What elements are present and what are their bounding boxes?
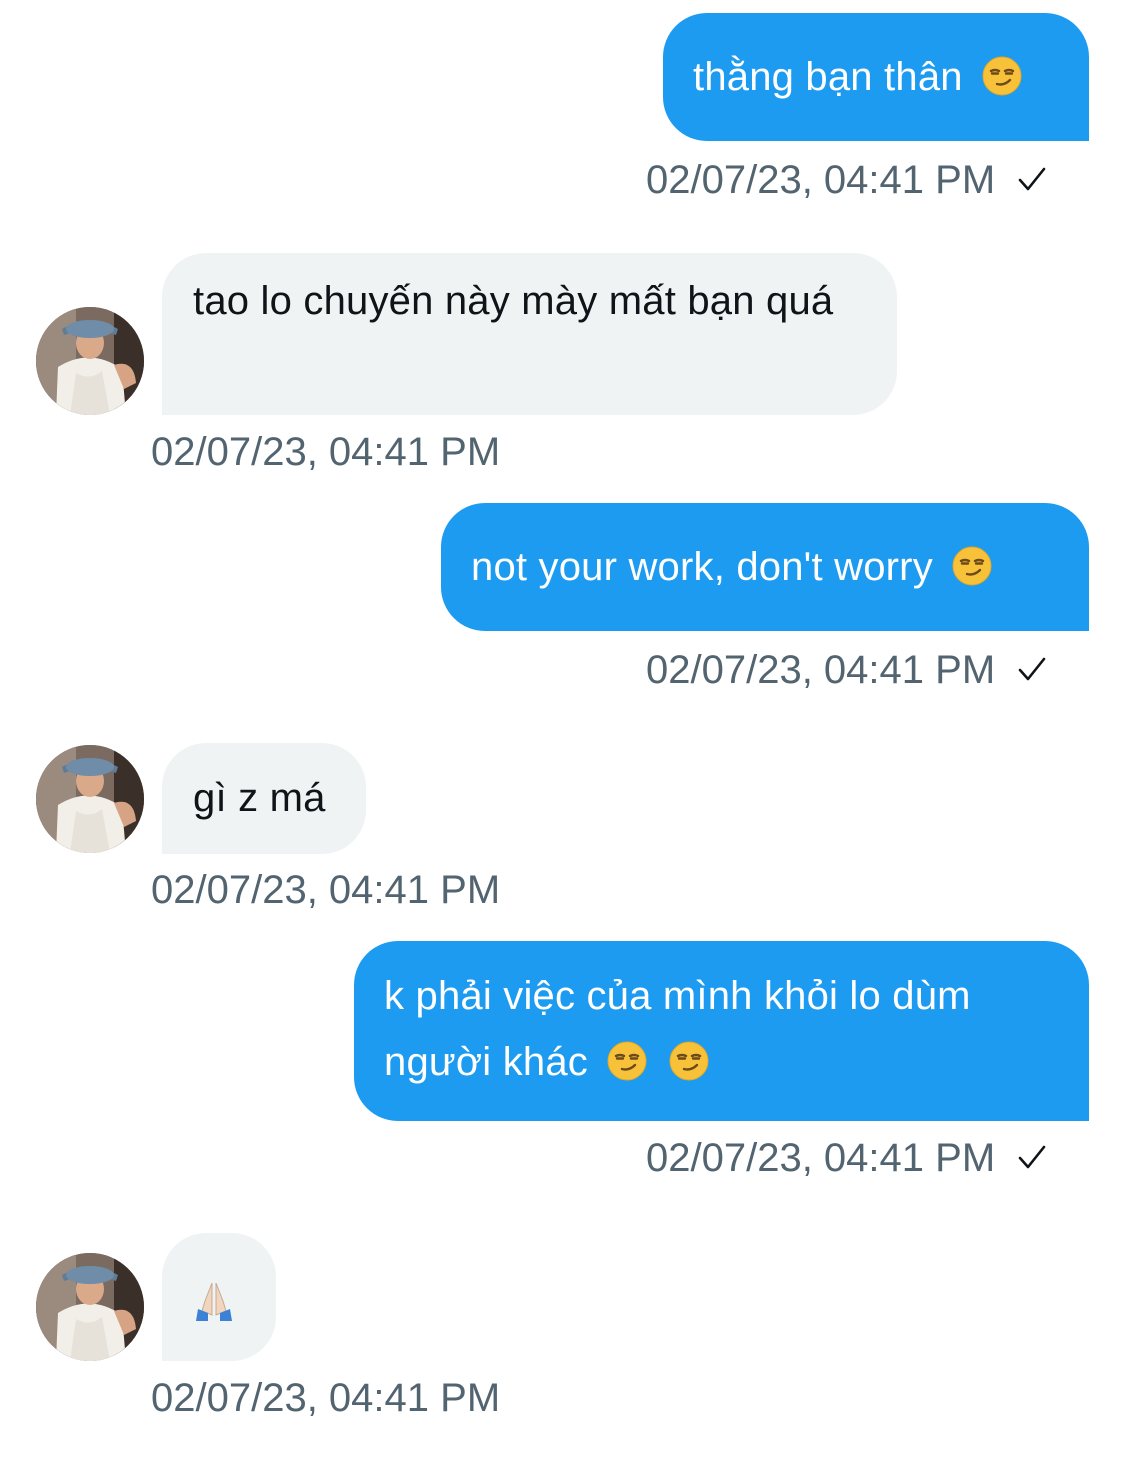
message-text: tao lo chuyến này mày mất bạn quá [193, 279, 834, 323]
profile-photo [36, 1253, 144, 1361]
outgoing-message-bubble[interactable]: thằng bạn thân [663, 13, 1089, 141]
incoming-message-bubble[interactable] [162, 1233, 276, 1361]
checkmark-icon [1017, 655, 1047, 685]
message-timestamp: 02/07/23, 04:41 PM [151, 430, 501, 474]
message-thread: thằng bạn thân 02/07/23, 04:41 PM tao lo… [0, 0, 1125, 1466]
checkmark-icon [1017, 1143, 1047, 1173]
avatar[interactable] [36, 745, 144, 853]
outgoing-message-bubble[interactable]: k phải việc của mình khỏi lo dùm người k… [354, 941, 1089, 1121]
message-text-line: k phải việc của mình khỏi lo dùm [384, 974, 971, 1018]
avatar[interactable] [36, 1253, 144, 1361]
avatar[interactable] [36, 307, 144, 415]
outgoing-message-bubble[interactable]: not your work, don't worry [441, 503, 1089, 631]
message-text-line: người khác [384, 1029, 1059, 1095]
message-timestamp: 02/07/23, 04:41 PM [646, 646, 1047, 694]
profile-photo [36, 745, 144, 853]
profile-photo [36, 307, 144, 415]
folded-hands-emoji-icon [192, 1277, 236, 1321]
message-timestamp: 02/07/23, 04:41 PM [646, 1134, 1047, 1182]
checkmark-icon [1017, 165, 1047, 195]
message-timestamp: 02/07/23, 04:41 PM [646, 156, 1047, 204]
smirking-face-emoji-icon [669, 1041, 709, 1081]
message-text: gì z má [193, 776, 326, 820]
incoming-message-bubble[interactable]: tao lo chuyến này mày mất bạn quá [162, 253, 897, 415]
smirking-face-emoji-icon [607, 1041, 647, 1081]
message-text: thằng bạn thân [693, 55, 963, 99]
message-text: not your work, don't worry [471, 545, 933, 589]
message-timestamp: 02/07/23, 04:41 PM [151, 1376, 501, 1420]
message-timestamp: 02/07/23, 04:41 PM [151, 868, 501, 912]
smirking-face-emoji-icon [982, 56, 1022, 96]
smirking-face-emoji-icon [952, 546, 992, 586]
incoming-message-bubble[interactable]: gì z má [162, 743, 366, 854]
